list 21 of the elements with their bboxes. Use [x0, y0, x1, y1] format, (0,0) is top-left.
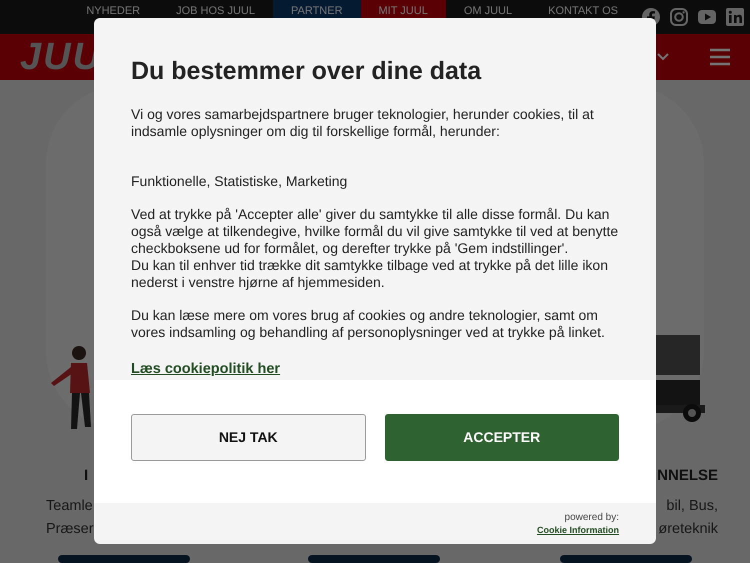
provider-link[interactable]: Cookie Information [536, 524, 619, 536]
dialog-title: Du bestemmer over dine data [131, 56, 482, 86]
dialog-text: Ved at trykke på 'Accepter alle' giver du samtykke til alle disse formål. Du kan også vælge at tilkendegive, hvilke formål du vil give samtykke til ved at benytte checkboksene ud for formålet, og derefter trykke på 'Gem indstillinger'. Du kan til enhver tid trække dit samtykke tilbage ved at trykke på det lille ikon nederst i venstre hjørne af hjemmesiden. [131, 206, 619, 291]
play-icon[interactable] [698, 8, 716, 26]
card-heading: NNELSE [657, 466, 718, 486]
instagram-icon[interactable] [670, 8, 688, 26]
linkedin-icon[interactable] [726, 8, 744, 26]
card-text: Præser [46, 520, 94, 539]
cookie-policy-link[interactable]: Læs cookiepolitik her [131, 361, 280, 377]
chevron-down-icon[interactable] [656, 52, 670, 62]
powered-by-label: powered by: [564, 512, 619, 524]
card-text: bil, Bus, [666, 497, 718, 516]
accept-button[interactable]: ACCEPTER [384, 414, 619, 461]
card-heading: I [83, 466, 88, 486]
dialog-text: Vi og vores samarbejdspartnere bruger teknologier, herunder cookies, til at indsamle oplysninger om dig til forskellige formål, herunder: [131, 106, 595, 140]
dialog-text: Du kan læse mere om vores brug af cookies og andre teknologier, samt om vores indsamling og behandling af personoplysninger ved at trykke på linket. [131, 307, 606, 341]
decline-button[interactable]: NEJ TAK [131, 414, 366, 461]
dialog-text: Funktionelle, Statistiske, Marketing [131, 173, 348, 190]
card-text: Teamle [46, 497, 93, 516]
card-text: øreteknik [658, 520, 718, 539]
menu-icon[interactable] [710, 48, 730, 66]
